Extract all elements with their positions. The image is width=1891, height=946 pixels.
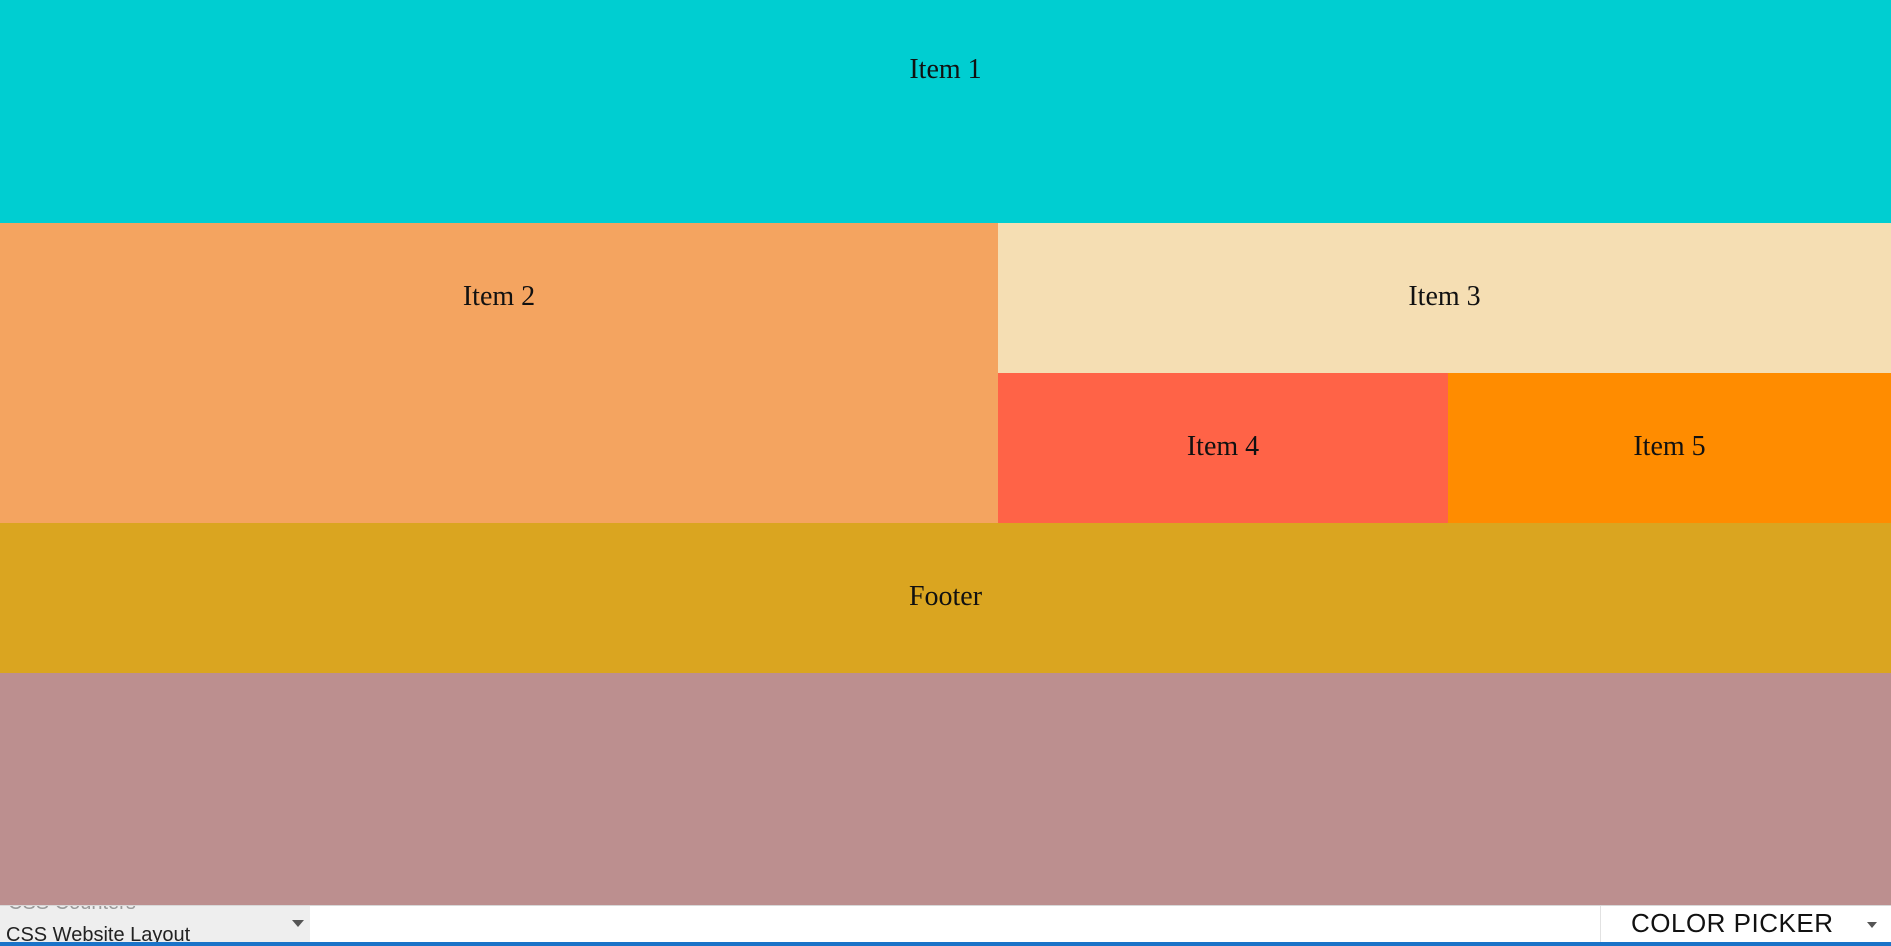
bottom-toolbar: CSS Counters CSS Website Layout COLOR PI… <box>0 905 1891 946</box>
accent-bar <box>0 942 1891 946</box>
example-select-dropdown[interactable]: CSS Counters CSS Website Layout <box>0 906 310 943</box>
select-previous-option: CSS Counters <box>8 906 136 915</box>
footer: Footer <box>0 523 1891 673</box>
item-1-label: Item 1 <box>909 54 982 85</box>
color-picker-button[interactable]: COLOR PICKER <box>1600 906 1891 943</box>
page-filler-area <box>0 673 1891 905</box>
browser-viewport: Item 1 Item 2 Item 3 Item 4 Item 5 Foote… <box>0 0 1891 946</box>
grid-layout-demo: Item 1 Item 2 Item 3 Item 4 Item 5 Foote… <box>0 0 1891 905</box>
item-3-label: Item 3 <box>1408 281 1481 312</box>
item-2-label: Item 2 <box>462 281 536 312</box>
select-current-value: CSS Website Layout <box>6 924 191 943</box>
item-5: Item 5 <box>1448 373 1891 523</box>
color-picker-label: COLOR PICKER <box>1631 908 1834 938</box>
item-4: Item 4 <box>998 373 1448 523</box>
item-1: Item 1 <box>0 0 1891 223</box>
item-4-label: Item 4 <box>1186 431 1260 462</box>
item-5-label: Item 5 <box>1633 431 1706 462</box>
chevron-down-icon[interactable] <box>1867 922 1877 928</box>
item-3: Item 3 <box>998 223 1891 373</box>
footer-label: Footer <box>908 581 983 612</box>
item-2: Item 2 <box>0 223 998 523</box>
input-area[interactable] <box>312 906 1597 943</box>
chevron-down-icon[interactable] <box>292 920 304 927</box>
